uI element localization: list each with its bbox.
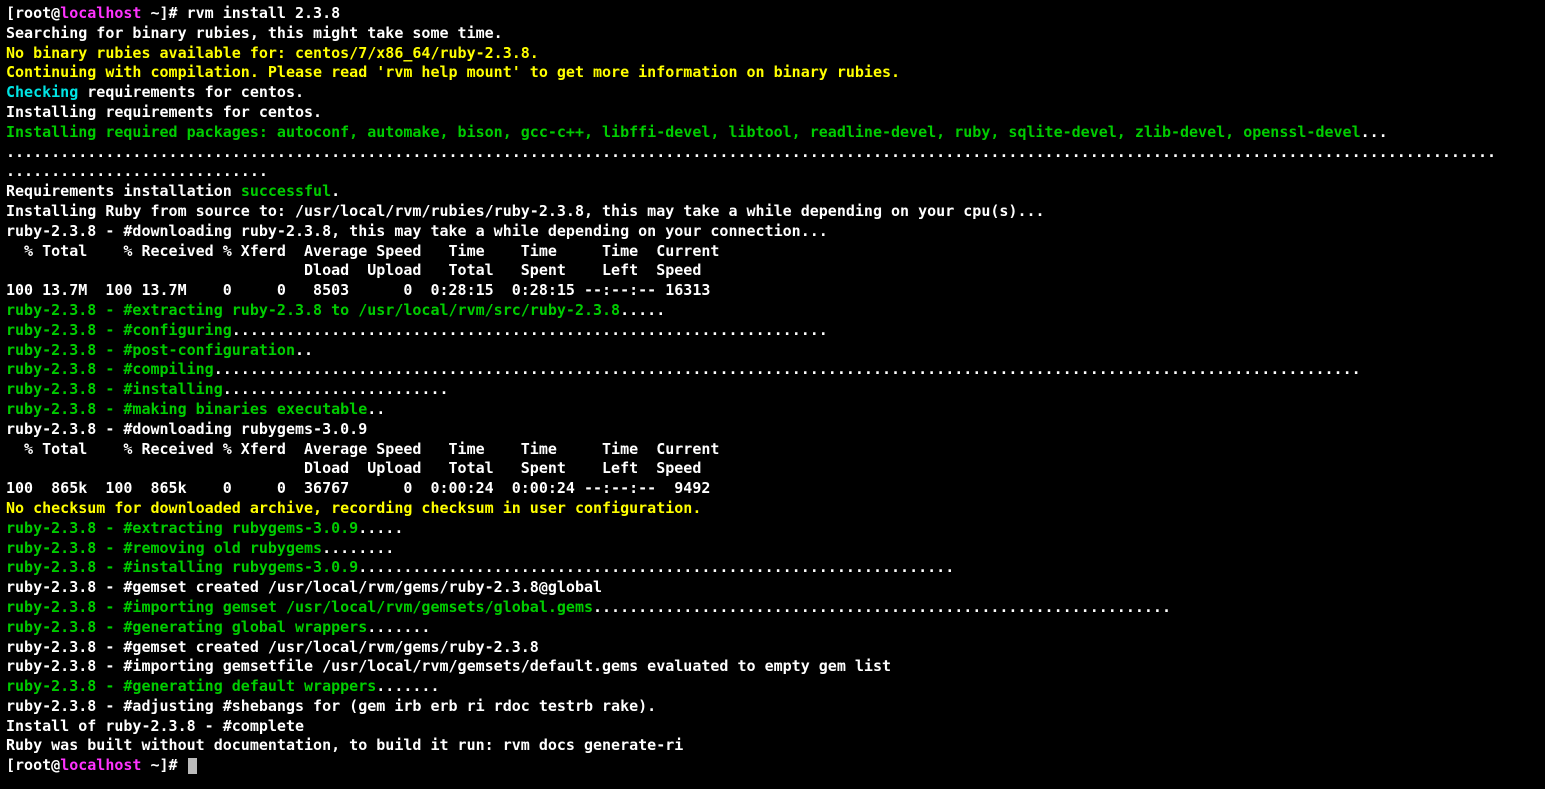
output-line: Installing Ruby from source to: /usr/loc…	[6, 202, 1045, 220]
output-line: .....	[358, 519, 403, 537]
cursor[interactable]	[188, 758, 197, 774]
output-line: ruby-2.3.8 - #extracting rubygems-3.0.9	[6, 519, 358, 537]
output-line: Installing requirements for centos.	[6, 103, 322, 121]
output-line: ..	[367, 400, 385, 418]
output-line: ruby-2.3.8 - #generating global wrappers	[6, 618, 367, 636]
prompt-tilde: ~	[141, 4, 159, 22]
output-line: Ruby was built without documentation, to…	[6, 736, 683, 754]
prompt-host: localhost	[60, 4, 141, 22]
output-line: .........................	[223, 380, 449, 398]
prompt-endbracket: ]#	[160, 4, 187, 22]
output-line: ruby-2.3.8 - #removing old rubygems	[6, 539, 322, 557]
output-line: No binary rubies available for: centos/7…	[6, 44, 539, 62]
prompt-host: localhost	[60, 756, 141, 774]
output-line: Dload Upload Total Spent Left Speed	[6, 261, 701, 279]
output-line: % Total % Received % Xferd Average Speed…	[6, 440, 719, 458]
output-line: ruby-2.3.8 - #installing	[6, 380, 223, 398]
output-line: .	[331, 182, 340, 200]
terminal-output[interactable]: [root@localhost ~]# rvm install 2.3.8 Se…	[0, 0, 1545, 780]
output-line: Installing required packages: autoconf, …	[6, 123, 1361, 141]
prompt-user: root	[15, 756, 51, 774]
output-line: ........................................…	[232, 321, 828, 339]
prompt-at: @	[51, 4, 60, 22]
output-line: ruby-2.3.8 - #importing gemsetfile /usr/…	[6, 657, 891, 675]
output-line: ........................................…	[214, 360, 1361, 378]
output-line: ruby-2.3.8 - #gemset created /usr/local/…	[6, 578, 602, 596]
output-line: ruby-2.3.8 - #downloading rubygems-3.0.9	[6, 420, 367, 438]
output-line: Continuing with compilation. Please read…	[6, 63, 900, 81]
output-line: ........................................…	[6, 143, 1496, 161]
output-line: ........................................…	[593, 598, 1171, 616]
command-text: rvm install 2.3.8	[187, 4, 341, 22]
output-line: ........	[322, 539, 394, 557]
output-line: .............................	[6, 162, 268, 180]
output-line: .....	[620, 301, 665, 319]
output-line: ruby-2.3.8 - #gemset created /usr/local/…	[6, 638, 539, 656]
output-line: ruby-2.3.8 - #configuring	[6, 321, 232, 339]
output-line: ruby-2.3.8 - #importing gemset /usr/loca…	[6, 598, 593, 616]
output-line: .......	[367, 618, 430, 636]
prompt-user: root	[15, 4, 51, 22]
output-line: Checking	[6, 83, 78, 101]
output-line: ..	[295, 341, 313, 359]
output-line: ruby-2.3.8 - #adjusting #shebangs for (g…	[6, 697, 656, 715]
prompt-endbracket: ]#	[160, 756, 187, 774]
output-line: ruby-2.3.8 - #downloading ruby-2.3.8, th…	[6, 222, 828, 240]
output-line: Searching for binary rubies, this might …	[6, 24, 503, 42]
output-line: ...	[1361, 123, 1388, 141]
output-line: successful	[241, 182, 331, 200]
output-line: ruby-2.3.8 - #installing rubygems-3.0.9	[6, 558, 358, 576]
output-line: Requirements installation	[6, 182, 241, 200]
prompt-tilde: ~	[141, 756, 159, 774]
output-line: ruby-2.3.8 - #making binaries executable	[6, 400, 367, 418]
output-line: Install of ruby-2.3.8 - #complete	[6, 717, 313, 735]
output-line: 100 13.7M 100 13.7M 0 0 8503 0 0:28:15 0…	[6, 281, 710, 299]
output-line: ruby-2.3.8 - #post-configuration	[6, 341, 295, 359]
output-line: ........................................…	[358, 558, 954, 576]
output-line: 100 865k 100 865k 0 0 36767 0 0:00:24 0:…	[6, 479, 710, 497]
output-line: No checksum for downloaded archive, reco…	[6, 499, 701, 517]
output-line: ruby-2.3.8 - #generating default wrapper…	[6, 677, 376, 695]
output-line: .......	[376, 677, 439, 695]
output-line: Dload Upload Total Spent Left Speed	[6, 459, 701, 477]
output-line: ruby-2.3.8 - #extracting ruby-2.3.8 to /…	[6, 301, 620, 319]
prompt-bracket: [	[6, 756, 15, 774]
output-line: % Total % Received % Xferd Average Speed…	[6, 242, 719, 260]
prompt-at: @	[51, 756, 60, 774]
output-line: requirements for centos.	[78, 83, 304, 101]
prompt-bracket: [	[6, 4, 15, 22]
output-line: ruby-2.3.8 - #compiling	[6, 360, 214, 378]
